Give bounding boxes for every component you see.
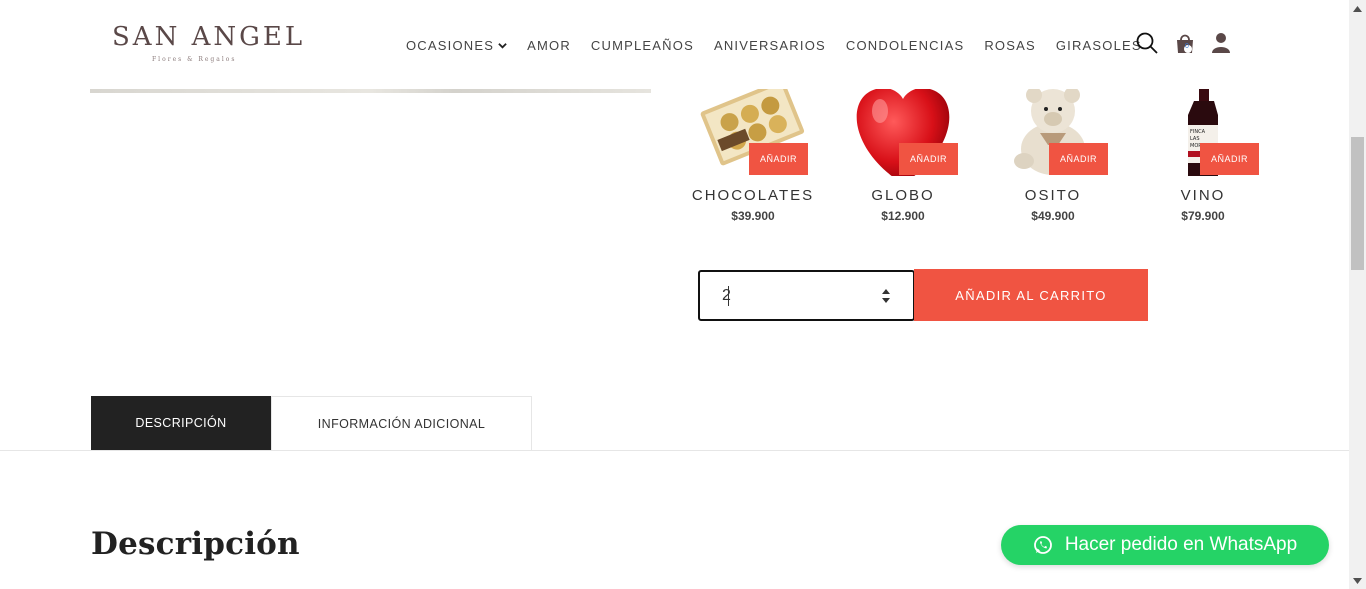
nav-item-label: GIRASOLES xyxy=(1055,38,1142,53)
addon-card-osito: AÑADIR OSITO $49.900 xyxy=(978,89,1128,229)
addon-card-vino: FINCA LAS MORAS AÑADIR VINO $79.900 xyxy=(1128,89,1278,229)
addon-name: CHOCOLATES xyxy=(691,187,815,204)
chevron-down-icon xyxy=(498,43,507,49)
addon-add-button[interactable]: AÑADIR xyxy=(1200,143,1259,175)
nav-item-aniversarios[interactable]: ANIVERSARIOS xyxy=(714,38,826,53)
brand-tagline: Flores & Regalos xyxy=(152,56,237,63)
whatsapp-icon xyxy=(1033,536,1052,554)
scroll-up-arrow[interactable] xyxy=(1349,0,1366,17)
quantity-stepper[interactable]: 2 xyxy=(698,270,915,321)
search-icon[interactable] xyxy=(1135,31,1159,55)
addon-name: VINO xyxy=(1180,187,1226,204)
site-header: SAN ANGEL Flores & Regalos OCASIONES AMO… xyxy=(0,0,1349,88)
nav-item-ocasiones[interactable]: OCASIONES xyxy=(406,38,507,53)
scrollbar-thumb[interactable] xyxy=(1351,137,1364,270)
addon-add-button[interactable]: AÑADIR xyxy=(1049,143,1108,175)
product-gallery-edge xyxy=(90,89,651,93)
user-icon[interactable] xyxy=(1209,31,1233,55)
nav-item-condolencias[interactable]: CONDOLENCIAS xyxy=(846,38,964,53)
nav-item-girasoles[interactable]: GIRASOLES xyxy=(1056,38,1142,53)
add-to-cart-button[interactable]: AÑADIR AL CARRITO xyxy=(914,269,1148,321)
nav-item-label: OCASIONES xyxy=(406,38,495,53)
section-title: Descripción xyxy=(91,526,300,562)
brand-logo[interactable]: SAN ANGEL Flores & Regalos xyxy=(112,22,306,66)
nav-item-label: ANIVERSARIOS xyxy=(713,38,826,53)
addon-price: $79.900 xyxy=(1181,209,1225,223)
nav-item-rosas[interactable]: ROSAS xyxy=(984,38,1036,53)
svg-text:LAS: LAS xyxy=(1190,136,1200,142)
cart-button[interactable]: 0 xyxy=(1174,31,1198,55)
brand-name: SAN ANGEL xyxy=(112,22,306,52)
tab-descripcion[interactable]: DESCRIPCIÓN xyxy=(91,396,271,450)
arrow-down-icon xyxy=(1353,577,1362,584)
tab-informacion-adicional[interactable]: INFORMACIÓN ADICIONAL xyxy=(271,396,532,450)
addon-name: GLOBO xyxy=(871,187,935,204)
addon-price: $49.900 xyxy=(1031,209,1075,223)
addon-card-globo: AÑADIR GLOBO $12.900 xyxy=(828,89,978,229)
main-nav: OCASIONES AMOR CUMPLEAÑOS ANIVERSARIOS C… xyxy=(406,38,1162,53)
addon-add-button[interactable]: AÑADIR xyxy=(899,143,958,175)
spinner-arrows-icon[interactable] xyxy=(880,287,892,305)
nav-item-label: ROSAS xyxy=(984,38,1036,53)
cart-count-badge: 0 xyxy=(1185,43,1189,50)
tabs-divider xyxy=(0,450,1349,451)
addon-name: OSITO xyxy=(1024,187,1082,204)
whatsapp-order-button[interactable]: Hacer pedido en WhatsApp xyxy=(1001,525,1329,565)
addon-price: $39.900 xyxy=(731,209,775,223)
scroll-down-arrow[interactable] xyxy=(1349,572,1366,589)
addon-card-chocolates: AÑADIR CHOCOLATES $39.900 xyxy=(678,89,828,229)
nav-item-label: CUMPLEAÑOS xyxy=(590,38,694,53)
arrow-up-icon xyxy=(1353,5,1362,12)
nav-item-label: AMOR xyxy=(527,38,571,53)
page-scrollbar[interactable] xyxy=(1349,0,1366,589)
svg-text:FINCA: FINCA xyxy=(1190,129,1206,135)
nav-item-cumpleanos[interactable]: CUMPLEAÑOS xyxy=(591,38,694,53)
whatsapp-label: Hacer pedido en WhatsApp xyxy=(1064,534,1298,555)
addon-price: $12.900 xyxy=(881,209,925,223)
nav-item-label: CONDOLENCIAS xyxy=(845,38,965,53)
text-caret xyxy=(728,286,729,306)
addon-add-button[interactable]: AÑADIR xyxy=(749,143,808,175)
quantity-value[interactable]: 2 xyxy=(722,287,731,305)
nav-item-amor[interactable]: AMOR xyxy=(527,38,571,53)
